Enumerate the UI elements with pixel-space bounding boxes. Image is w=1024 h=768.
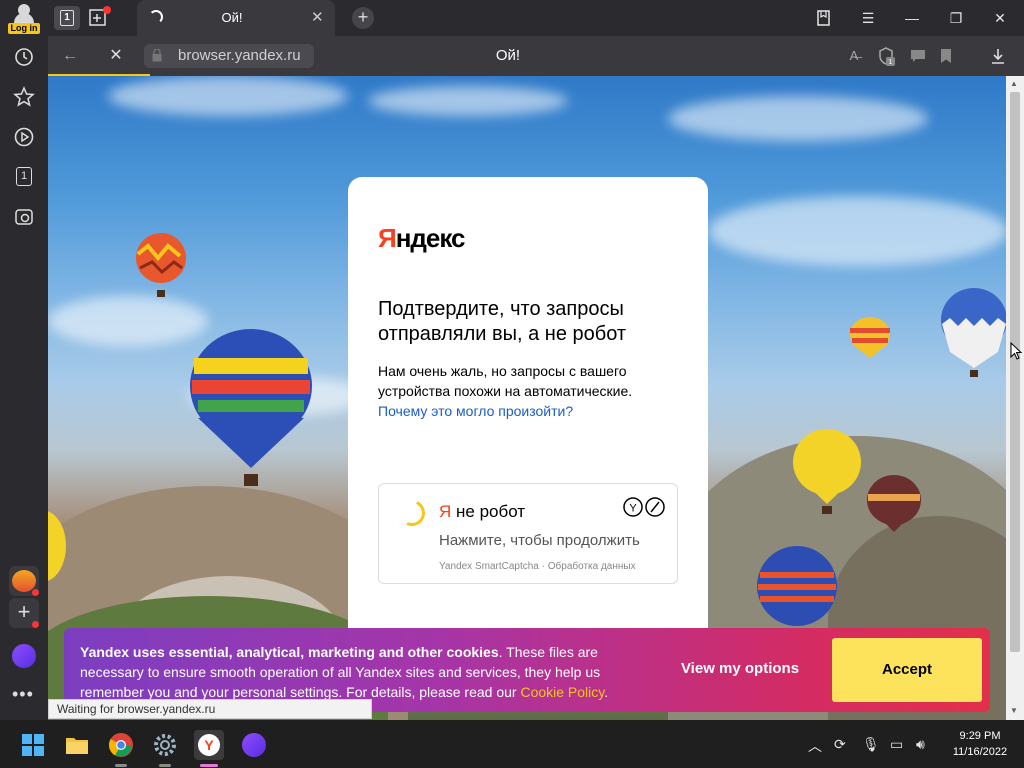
hot-air-balloon-image xyxy=(867,475,921,532)
taskbar: Y ︿ ⟳ 🎙︎ ▭ 🔊︎ 9:29 PM 11/16/2022 xyxy=(0,720,1024,768)
new-tab-button[interactable]: + xyxy=(352,7,374,29)
sync-icon[interactable]: ⟳ xyxy=(834,736,846,753)
show-hidden-icons-chevron[interactable]: ︿ xyxy=(808,736,822,756)
download-icon[interactable] xyxy=(988,46,1008,66)
file-explorer-icon[interactable] xyxy=(64,732,90,758)
tab-active[interactable]: Ой! ✕ xyxy=(137,0,335,36)
tab-count-button[interactable]: 1 xyxy=(54,6,80,30)
scroll-down-icon[interactable]: ▼ xyxy=(1010,706,1018,715)
hot-air-balloon-image xyxy=(941,288,1006,377)
why-link[interactable]: Почему это могло произойти? xyxy=(378,403,573,419)
more-options-icon[interactable]: ••• xyxy=(12,684,34,705)
translate-icon[interactable]: A̶ xyxy=(844,46,864,66)
chrome-icon[interactable] xyxy=(108,732,134,758)
settings-gear-icon[interactable] xyxy=(152,732,178,758)
close-tab-icon[interactable]: ✕ xyxy=(311,8,324,26)
sidebar: 1 + ••• xyxy=(0,36,48,720)
view-options-button[interactable]: View my options xyxy=(664,660,816,677)
clock-time: 9:29 PM xyxy=(959,730,1001,742)
hot-air-balloon-image xyxy=(757,546,837,626)
login-button[interactable]: Log in xyxy=(7,3,41,34)
hot-air-balloon-image xyxy=(48,511,66,581)
restore-icon[interactable]: ❐ xyxy=(946,8,966,28)
yandex-browser-taskbar-button[interactable]: Y xyxy=(194,730,224,760)
stop-loading-icon[interactable]: ✕ xyxy=(106,46,126,66)
captcha-subtitle: Нажмите, чтобы продолжить xyxy=(439,532,640,549)
address-bar: ← ✕ browser.yandex.ru Ой! A̶ 1 xyxy=(48,36,1024,76)
url-field[interactable]: browser.yandex.ru xyxy=(144,44,314,68)
accept-cookies-button[interactable]: Accept xyxy=(832,638,982,702)
shield-protect-icon[interactable]: 1 xyxy=(876,46,896,66)
hot-air-balloon-image xyxy=(850,317,890,358)
clock-date: 11/16/2022 xyxy=(952,746,1008,758)
captcha-footer: Yandex SmartCaptcha · Обработка данных xyxy=(439,561,636,572)
windows-start-icon[interactable] xyxy=(20,732,46,758)
reviews-comment-icon[interactable] xyxy=(908,46,928,66)
back-arrow-icon[interactable]: ← xyxy=(60,46,80,66)
mail-button[interactable] xyxy=(9,566,39,596)
tab-count: 1 xyxy=(60,10,74,26)
mouse-cursor-icon xyxy=(1010,342,1023,360)
video-play-icon[interactable] xyxy=(13,126,35,148)
add-panel-button[interactable]: + xyxy=(9,598,39,628)
scrollbar-thumb[interactable] xyxy=(1010,92,1020,652)
svg-text:1: 1 xyxy=(889,59,893,66)
bookmark-icon[interactable] xyxy=(936,46,956,66)
svg-text:Y: Y xyxy=(629,503,637,515)
yandex-logo: Яндекс xyxy=(378,223,465,253)
scroll-up-icon[interactable]: ▲ xyxy=(1010,79,1018,88)
volume-icon[interactable]: 🔊︎ xyxy=(916,736,925,753)
status-bar: Waiting for browser.yandex.ru xyxy=(48,699,372,719)
bookmarks-collection-icon[interactable] xyxy=(814,8,834,28)
smartcaptcha-logo-icon: Y xyxy=(623,497,665,517)
page-scrollbar[interactable]: ▲ ▼ xyxy=(1006,76,1024,720)
captcha-description: Нам очень жаль, но запросы с вашего устр… xyxy=(378,361,648,421)
alice-assistant-icon[interactable] xyxy=(12,644,36,668)
url-text: browser.yandex.ru xyxy=(178,47,301,64)
page-title: Ой! xyxy=(495,47,521,64)
description-text: Нам очень жаль, но запросы с вашего устр… xyxy=(378,363,633,399)
captcha-card: Яндекс Подтвердите, что запросы отправля… xyxy=(348,177,708,647)
network-icon[interactable]: ▭ xyxy=(890,736,903,753)
loading-spinner-icon xyxy=(149,10,163,24)
svg-text:Y: Y xyxy=(204,737,214,753)
mail-icon xyxy=(12,570,36,592)
hot-air-balloon-image xyxy=(793,429,861,514)
lock-icon xyxy=(152,49,162,62)
menu-icon[interactable]: ☰ xyxy=(858,8,878,28)
minimize-icon[interactable]: — xyxy=(902,8,922,28)
captcha-spinner-icon xyxy=(395,496,429,530)
captcha-heading: Подтвердите, что запросы отправляли вы, … xyxy=(378,298,627,345)
page-content: Яндекс Подтвердите, что запросы отправля… xyxy=(48,76,1006,720)
cookie-text: Yandex uses essential, analytical, marke… xyxy=(80,644,609,700)
hot-air-balloon-image xyxy=(190,329,312,486)
alice-taskbar-icon[interactable] xyxy=(242,733,266,757)
cookie-policy-link[interactable]: Cookie Policy xyxy=(520,684,604,700)
tabs-counter-icon[interactable]: 1 xyxy=(13,166,35,188)
title-bar: Log in 1 Ой! ✕ + ☰ — ❐ ✕ xyxy=(0,0,1024,36)
microphone-icon[interactable]: 🎙︎ xyxy=(862,736,880,753)
hot-air-balloon-image xyxy=(136,233,186,297)
not-robot-checkbox[interactable]: Я не робот Нажмите, чтобы продолжить Yan… xyxy=(378,483,678,584)
history-icon[interactable] xyxy=(13,46,35,68)
system-clock[interactable]: 9:29 PM 11/16/2022 xyxy=(940,728,1020,760)
captcha-mode-icons[interactable]: Y xyxy=(623,496,667,523)
bookmarks-star-icon[interactable] xyxy=(13,86,35,108)
login-label: Log in xyxy=(8,23,40,34)
tab-title: Ой! xyxy=(221,10,243,25)
new-window-icon xyxy=(89,6,111,26)
screenshot-camera-icon[interactable] xyxy=(13,206,35,228)
captcha-title: Я не робот xyxy=(439,502,526,521)
close-window-icon[interactable]: ✕ xyxy=(990,8,1010,28)
yandex-browser-icon: Y xyxy=(198,734,220,756)
new-tab-group-button[interactable] xyxy=(87,5,113,31)
